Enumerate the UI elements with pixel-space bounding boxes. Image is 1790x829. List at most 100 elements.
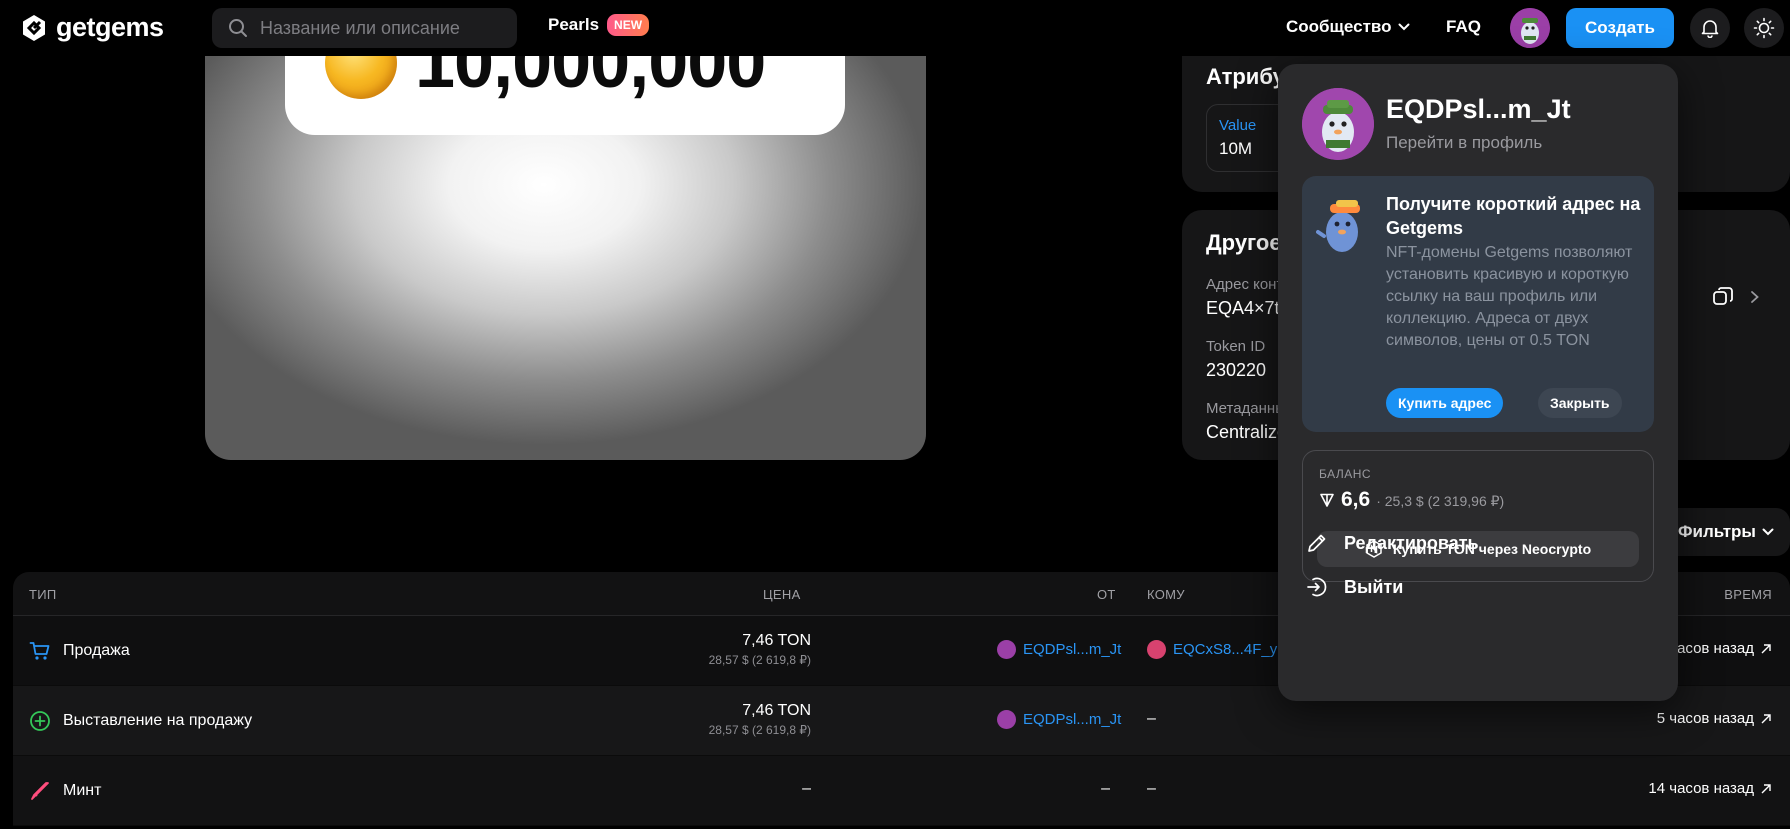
time-cell[interactable]: 5 часов назад bbox=[1657, 710, 1772, 727]
edit-profile-item[interactable]: Редактировать bbox=[1306, 532, 1479, 554]
external-link-icon bbox=[1761, 783, 1771, 793]
price-ton: 7,46 TON bbox=[742, 702, 811, 719]
type-label: Минт bbox=[63, 782, 102, 799]
avatar-icon bbox=[1510, 8, 1550, 48]
chevron-right-icon[interactable] bbox=[1750, 290, 1760, 304]
header-time: ВРЕМЯ bbox=[1724, 587, 1772, 602]
filters-label: Фильтры bbox=[1678, 522, 1756, 541]
nav-community[interactable]: Сообщество bbox=[1286, 17, 1410, 37]
user-avatar-button[interactable] bbox=[1510, 8, 1550, 48]
chevron-down-icon bbox=[1398, 23, 1410, 31]
edit-label: Редактировать bbox=[1344, 532, 1479, 553]
notifications-button[interactable] bbox=[1690, 8, 1730, 48]
search-box[interactable] bbox=[212, 8, 517, 48]
from-user[interactable]: EQDPsl...m_Jt bbox=[997, 710, 1121, 729]
token-id-label: Token ID bbox=[1206, 338, 1266, 355]
time-label: 5 часов назад bbox=[1656, 710, 1754, 727]
copy-icon[interactable] bbox=[1712, 286, 1734, 308]
pencil-icon bbox=[1308, 534, 1326, 552]
create-button[interactable]: Создать bbox=[1566, 8, 1674, 48]
type-label: Выставление на продажу bbox=[63, 712, 253, 729]
logo-text: getgems bbox=[56, 12, 164, 42]
logout-label: Выйти bbox=[1344, 576, 1404, 597]
time-cell[interactable]: 14 часов назад bbox=[1648, 780, 1772, 797]
logo[interactable]: getgems bbox=[20, 12, 164, 43]
community-label: Сообщество bbox=[1286, 17, 1392, 36]
ton-icon bbox=[1320, 493, 1334, 507]
balance-ton: 6,6 bbox=[1341, 488, 1371, 511]
price-fiat: 28,57 $ (2 619,8 ₽) bbox=[708, 723, 811, 737]
to-empty: – bbox=[1147, 780, 1156, 797]
header-type: ТИП bbox=[29, 587, 57, 602]
getgems-logo-icon bbox=[23, 14, 45, 41]
brush-icon bbox=[31, 782, 49, 800]
logout-icon bbox=[1307, 577, 1327, 597]
filters-button[interactable]: Фильтры bbox=[1660, 508, 1790, 556]
theme-toggle-button[interactable] bbox=[1744, 8, 1784, 48]
contract-address-label: Адрес конт bbox=[1206, 276, 1284, 293]
chevron-down-icon bbox=[1762, 528, 1774, 536]
balance-row: 6,6 · 25,3 $ (2 319,96 ₽) bbox=[1319, 488, 1504, 512]
type-cell: Выставление на продажу bbox=[29, 710, 252, 732]
profile-name[interactable]: EQDPsl...m_Jt bbox=[1386, 94, 1571, 125]
header-price: ЦЕНА bbox=[763, 587, 801, 602]
profile-dropdown: EQDPsl...m_Jt Перейти в профиль Получите… bbox=[1278, 64, 1678, 701]
balance-label: БАЛАНС bbox=[1319, 467, 1372, 481]
metadata-label: Метаданны bbox=[1206, 400, 1286, 417]
price-ton: 7,46 TON bbox=[742, 632, 811, 649]
to-address: EQCxS8...4F_y bbox=[1173, 641, 1278, 658]
token-id-value: 230220 bbox=[1206, 360, 1267, 380]
avatar bbox=[1147, 640, 1166, 659]
avatar-icon bbox=[1302, 88, 1374, 160]
time-label: 14 часов назад bbox=[1648, 780, 1754, 797]
avatar bbox=[997, 710, 1016, 729]
type-cell: Минт bbox=[29, 780, 101, 802]
avatar[interactable] bbox=[1302, 88, 1374, 160]
mascot-icon bbox=[1316, 200, 1360, 252]
external-link-icon bbox=[1761, 713, 1771, 723]
balance-card: БАЛАНС 6,6 · 25,3 $ (2 319,96 ₽) Купить … bbox=[1302, 450, 1654, 582]
table-row[interactable]: Минт – – – 14 часов назад bbox=[13, 756, 1790, 826]
price-empty: – bbox=[802, 780, 811, 797]
from-empty: – bbox=[1101, 780, 1110, 797]
promo-title: Получите короткий адрес на Getgems bbox=[1386, 194, 1641, 238]
close-promo-button[interactable]: Закрыть bbox=[1538, 388, 1622, 418]
to-empty: – bbox=[1147, 710, 1156, 727]
from-user[interactable]: EQDPsl...m_Jt bbox=[997, 640, 1121, 659]
plus-circle-icon bbox=[30, 711, 50, 731]
sun-icon bbox=[1753, 17, 1775, 39]
type-cell: Продажа bbox=[29, 640, 130, 662]
header-from: ОТ bbox=[1097, 587, 1116, 602]
header-to: КОМУ bbox=[1147, 587, 1185, 602]
nft-image[interactable]: 10,000,000 bbox=[205, 30, 926, 460]
pearls-label: Pearls bbox=[548, 15, 600, 34]
price-cell: 7,46 TON 28,57 $ (2 619,8 ₽) bbox=[709, 632, 811, 667]
top-header: getgems Pearls NEW Сообщество FAQ Создат… bbox=[0, 0, 1790, 56]
search-icon bbox=[229, 19, 247, 37]
other-title: Другое bbox=[1206, 230, 1282, 255]
metadata-value: Centralize bbox=[1206, 422, 1288, 442]
promo-text: NFT-домены Getgems позволяют установить … bbox=[1386, 244, 1633, 349]
bell-icon bbox=[1701, 20, 1719, 38]
short-address-promo: Получите короткий адрес на Getgems NFT-д… bbox=[1302, 176, 1654, 432]
attributes-title: Атрибу bbox=[1206, 64, 1285, 89]
cart-icon bbox=[29, 642, 50, 660]
buy-address-button[interactable]: Купить адрес bbox=[1386, 388, 1504, 418]
nav-faq[interactable]: FAQ bbox=[1446, 17, 1481, 37]
new-badge: NEW bbox=[607, 14, 650, 36]
contract-address-value[interactable]: EQA4×7t bbox=[1206, 298, 1280, 319]
search-input[interactable] bbox=[260, 17, 500, 39]
from-address: EQDPsl...m_Jt bbox=[1023, 711, 1122, 728]
goto-profile-link[interactable]: Перейти в профиль bbox=[1386, 133, 1542, 153]
type-label: Продажа bbox=[63, 642, 130, 659]
avatar bbox=[997, 640, 1016, 659]
price-cell: 7,46 TON 28,57 $ (2 619,8 ₽) bbox=[709, 702, 811, 737]
to-user[interactable]: EQCxS8...4F_y bbox=[1147, 640, 1277, 659]
nav-pearls[interactable]: Pearls NEW bbox=[548, 14, 650, 36]
from-address: EQDPsl...m_Jt bbox=[1023, 641, 1122, 658]
contract-actions bbox=[1712, 286, 1760, 308]
balance-fiat: · 25,3 $ (2 319,96 ₽) bbox=[1376, 493, 1505, 509]
price-fiat: 28,57 $ (2 619,8 ₽) bbox=[708, 653, 811, 667]
logout-item[interactable]: Выйти bbox=[1306, 576, 1403, 598]
external-link-icon bbox=[1761, 643, 1771, 653]
